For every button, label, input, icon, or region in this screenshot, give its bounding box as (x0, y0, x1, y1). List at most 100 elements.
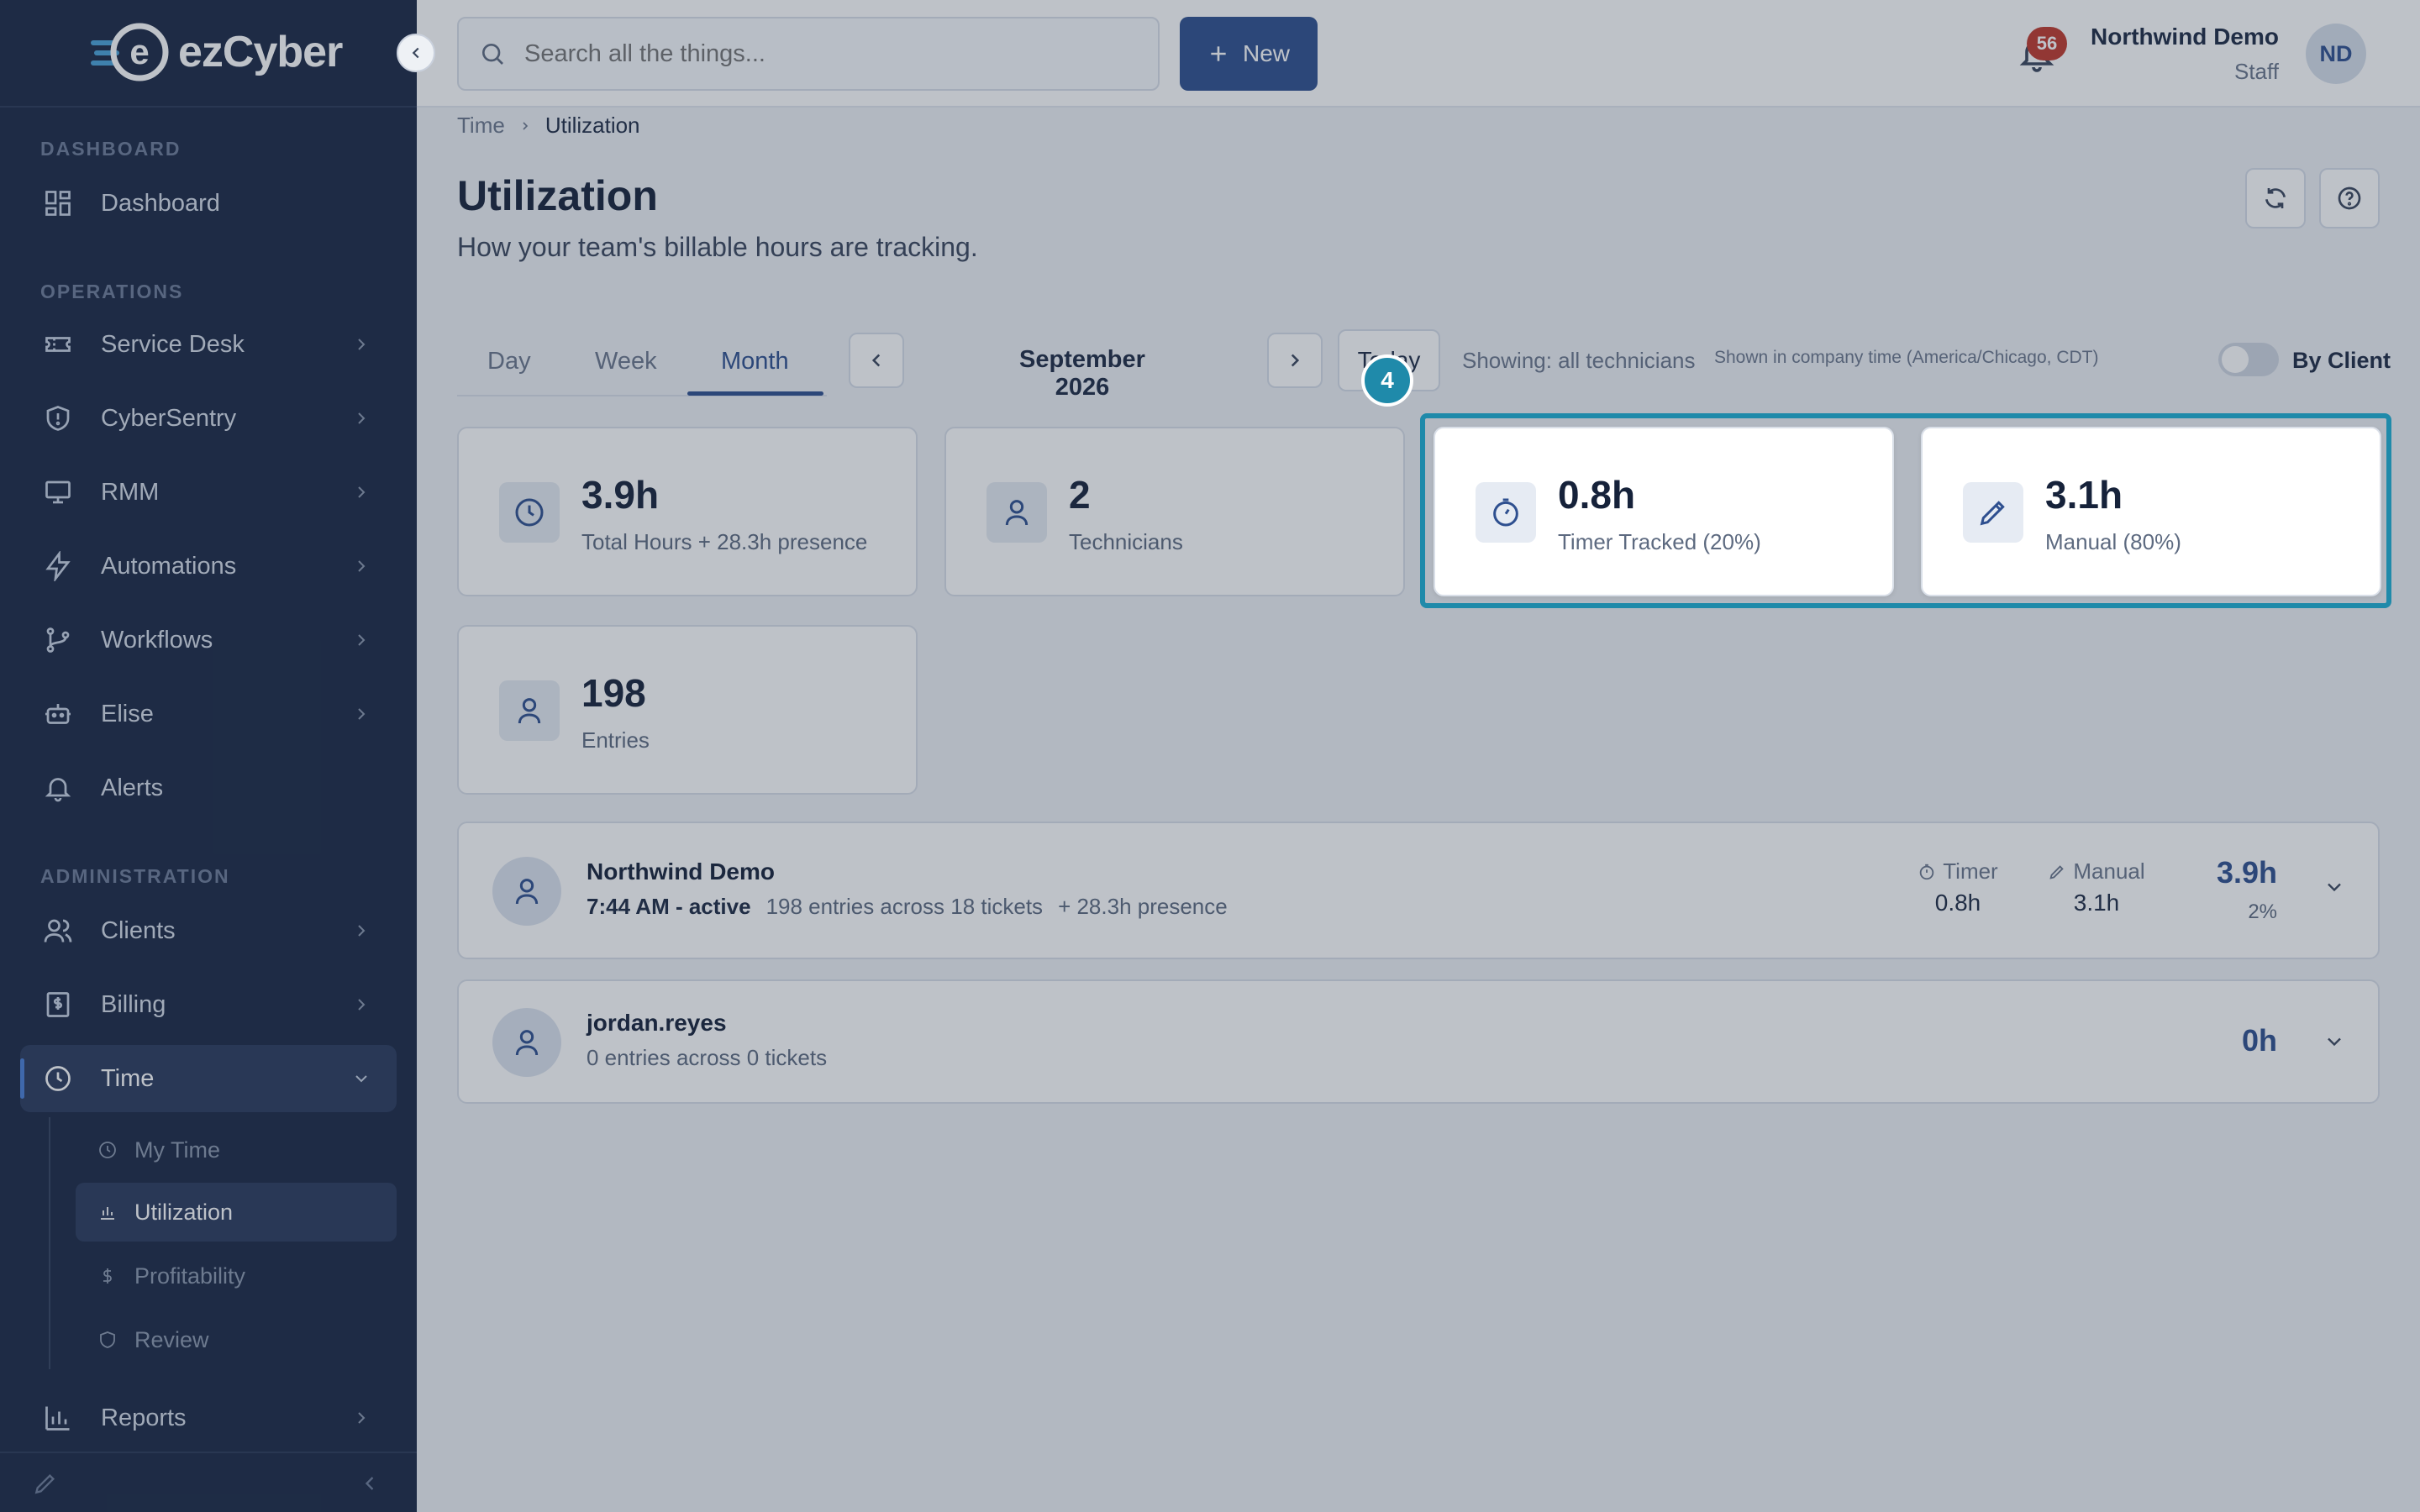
page-title: Utilization (457, 172, 658, 219)
technicians-label: Technicians (1069, 529, 1183, 554)
bar-chart-icon (40, 1400, 76, 1436)
search-input[interactable] (524, 39, 1113, 68)
refresh-button[interactable] (2245, 168, 2306, 228)
chevron-right-icon (351, 407, 371, 437)
entries-card: 198 Entries (457, 625, 918, 795)
stopwatch-icon (1920, 864, 1934, 879)
by-client-toggle[interactable] (2218, 343, 2279, 376)
app-logo[interactable]: e ezCyber (91, 22, 343, 82)
toggle-knob (2222, 346, 2249, 373)
pencil-icon[interactable] (32, 1470, 59, 1501)
manual-stat-label: Manual (2073, 858, 2145, 884)
user-avatar-icon (492, 1008, 561, 1077)
technician-name: Northwind Demo (587, 858, 775, 885)
timer-tracked-card: 0.8h Timer Tracked (20%) (1434, 427, 1894, 596)
sidebar-subitem-label: Review (134, 1326, 209, 1352)
lightning-icon (40, 549, 76, 584)
main-content: Time Utilization Utilization How your te… (417, 108, 2420, 1512)
pencil-icon (2049, 864, 2065, 879)
clock-icon (96, 1138, 119, 1162)
clock-icon (40, 1061, 76, 1096)
technician-row[interactable]: jordan.reyes 0 entries across 0 tickets … (457, 979, 2380, 1104)
total-hours-value: 3.9h (581, 473, 660, 517)
current-period-label: September 2026 (1019, 346, 1145, 401)
entries-value: 198 (581, 671, 646, 715)
sidebar-footer (0, 1452, 417, 1512)
technician-entries: 198 entries across 18 tickets (765, 894, 1044, 919)
sidebar-item-dashboard[interactable]: Dashboard (20, 170, 397, 237)
sidebar-subitem-label: My Time (134, 1137, 221, 1163)
breadcrumb-link-time[interactable]: Time (457, 113, 505, 139)
grid-icon (40, 186, 76, 221)
logo-text: ezCyber (178, 28, 343, 76)
tab-day[interactable]: Day (487, 326, 531, 396)
clock-icon (499, 482, 560, 543)
breadcrumb-current: Utilization (544, 113, 640, 138)
sidebar-item-label: Elise (101, 700, 154, 727)
bar-chart-icon (96, 1200, 119, 1224)
technician-total: 0h (2241, 1023, 2277, 1058)
sidebar-subitem-profitability[interactable]: Profitability (76, 1247, 397, 1305)
chevron-down-icon[interactable] (2323, 875, 2346, 903)
manual-stat: Manual 3.1h (2033, 858, 2160, 916)
shield-icon (40, 401, 76, 436)
technicians-card: 2 Technicians (944, 427, 1405, 596)
technician-status: 7:44 AM - active (587, 894, 751, 919)
by-client-label: By Client (2292, 348, 2391, 373)
sidebar-subitem-utilization[interactable]: Utilization (76, 1183, 397, 1242)
new-button[interactable]: New (1180, 17, 1318, 91)
plus-icon (1211, 46, 1226, 61)
previous-period-button[interactable] (849, 333, 904, 388)
chevron-right-icon (351, 628, 371, 659)
sidebar-subitem-review[interactable]: Review (76, 1310, 397, 1369)
chevron-right-icon (351, 919, 371, 949)
active-indicator (20, 1058, 24, 1099)
technician-presence: + 28.3h presence (1058, 894, 1228, 919)
sidebar-subitem-my-time[interactable]: My Time (76, 1121, 397, 1179)
sidebar-item-automations[interactable]: Automations (20, 533, 397, 600)
sidebar-item-cybersentry[interactable]: CyberSentry (20, 385, 397, 452)
tab-week[interactable]: Week (595, 326, 657, 396)
page-subtitle: How your team's billable hours are track… (457, 232, 978, 262)
technician-row[interactable]: Northwind Demo 7:44 AM - active 198 entr… (457, 822, 2380, 959)
sidebar-item-workflows[interactable]: Workflows (20, 606, 397, 674)
robot-icon (40, 696, 76, 732)
sidebar-collapse-button[interactable] (397, 34, 435, 72)
logo-mark-icon: e (91, 22, 175, 82)
sidebar-item-clients[interactable]: Clients (20, 897, 397, 964)
refresh-icon (2265, 188, 2286, 208)
topbar: New 56 Northwind Demo Staff ND (417, 0, 2420, 108)
technician-meta: 0 entries across 0 tickets (587, 1045, 827, 1071)
sidebar-item-alerts[interactable]: Alerts (20, 754, 397, 822)
shield-check-icon (96, 1328, 119, 1352)
user-name: Northwind Demo (2091, 24, 2279, 50)
entries-label: Entries (581, 727, 650, 753)
user-avatar[interactable]: ND (2306, 24, 2366, 84)
next-period-button[interactable] (1267, 333, 1323, 388)
sidebar-item-time[interactable]: Time (20, 1045, 397, 1112)
chevron-right-icon (351, 1406, 371, 1436)
sidebar-subitem-label: Utilization (134, 1199, 234, 1225)
section-label-operations: OPERATIONS (40, 281, 184, 302)
total-hours-card: 3.9h Total Hours + 28.3h presence (457, 427, 918, 596)
technicians-value: 2 (1069, 473, 1091, 517)
tutorial-step-badge: 4 (1361, 354, 1413, 407)
ticket-icon (40, 327, 76, 362)
chevron-down-icon (351, 1067, 371, 1097)
help-button[interactable] (2319, 168, 2380, 228)
technician-total: 3.9h (2216, 855, 2277, 890)
chevron-right-icon (351, 480, 371, 511)
sidebar-item-label: Clients (101, 916, 176, 944)
chevron-left-icon[interactable] (358, 1472, 381, 1499)
sidebar-item-service-desk[interactable]: Service Desk (20, 311, 397, 378)
search-box[interactable] (457, 17, 1160, 91)
chevron-down-icon[interactable] (2323, 1030, 2346, 1058)
sidebar-item-reports[interactable]: Reports (20, 1384, 397, 1452)
tab-month[interactable]: Month (721, 326, 789, 396)
sidebar-item-label: Billing (101, 990, 166, 1018)
sidebar-item-rmm[interactable]: RMM (20, 459, 397, 526)
timer-stat-value: 0.8h (1934, 890, 1981, 916)
sidebar-item-elise[interactable]: Elise (20, 680, 397, 748)
timer-stat-label: Timer (1943, 858, 1998, 884)
sidebar-item-billing[interactable]: Billing (20, 971, 397, 1038)
